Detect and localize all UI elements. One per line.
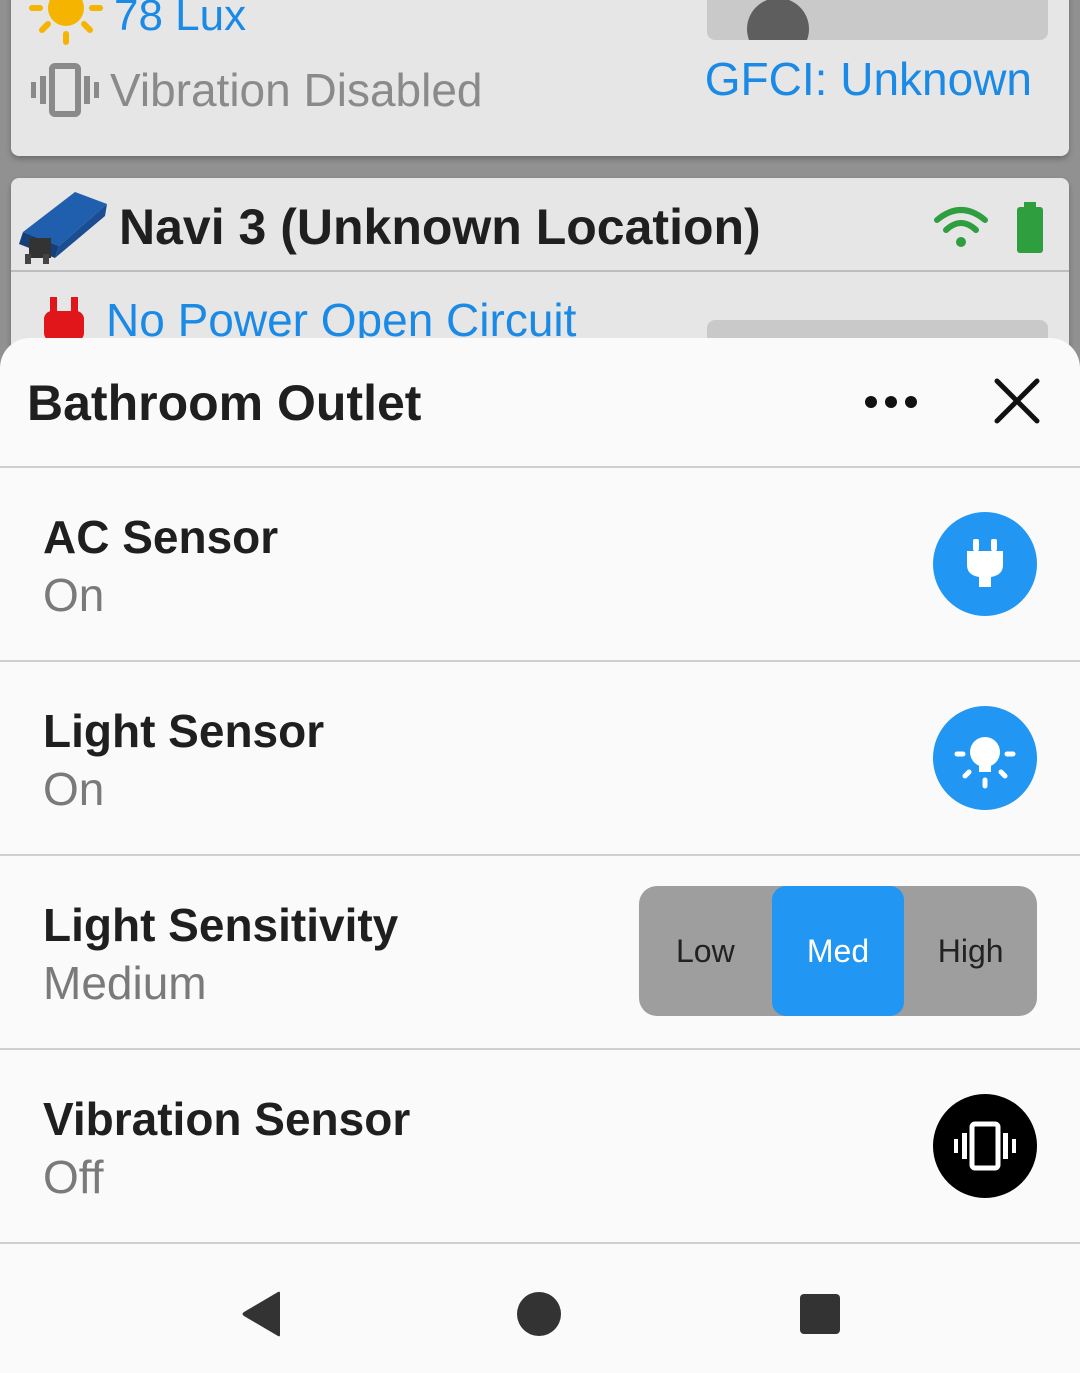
battery-icon bbox=[1017, 202, 1043, 253]
vibration-sensor-value: Off bbox=[43, 1151, 104, 1203]
bottom-sheet: Bathroom Outlet AC Sensor On Light Senso… bbox=[0, 338, 1080, 1373]
wifi-icon bbox=[934, 207, 988, 247]
sensitivity-option-high[interactable]: High bbox=[904, 886, 1037, 1016]
light-sensitivity-label: Light Sensitivity bbox=[43, 899, 399, 951]
back-triangle-icon bbox=[242, 1291, 280, 1337]
light-sensitivity-value: Medium bbox=[43, 957, 207, 1009]
recents-square-icon bbox=[800, 1294, 840, 1334]
light-sensor-value: On bbox=[43, 763, 105, 815]
vibration-icon bbox=[31, 63, 99, 117]
sheet-header: Bathroom Outlet bbox=[0, 338, 1080, 468]
sensitivity-option-med[interactable]: Med bbox=[771, 886, 905, 1016]
more-horizontal-icon bbox=[865, 396, 917, 408]
navi-device-icon bbox=[19, 192, 107, 264]
vibration-icon bbox=[954, 1121, 1016, 1171]
nav-home-button[interactable] bbox=[509, 1284, 569, 1344]
lux-reading: 78 Lux bbox=[114, 0, 247, 40]
screen: 78 Lux Vibration Disabled GFCI: Unknown … bbox=[0, 0, 1080, 1373]
sun-icon bbox=[29, 0, 103, 45]
vibration-sensor-label: Vibration Sensor bbox=[43, 1093, 411, 1145]
close-icon bbox=[994, 378, 1040, 424]
test-button[interactable] bbox=[707, 0, 1048, 40]
sheet-title: Bathroom Outlet bbox=[27, 375, 422, 431]
sensitivity-option-low[interactable]: Low bbox=[639, 886, 772, 1016]
home-circle-icon bbox=[517, 1292, 561, 1336]
light-sensor-label: Light Sensor bbox=[43, 705, 325, 757]
nav-back-button[interactable] bbox=[230, 1284, 290, 1344]
ac-sensor-value: On bbox=[43, 569, 105, 621]
vibration-status-row: Vibration Disabled bbox=[30, 60, 483, 120]
sensitivity-segmented-control: Low Med High bbox=[639, 886, 1037, 1016]
vibration-sensor-row: Vibration Sensor Off bbox=[0, 1050, 1080, 1244]
plug-icon bbox=[967, 539, 1003, 587]
device-header[interactable]: Navi 3 (Unknown Location) bbox=[11, 178, 1069, 272]
gfci-status[interactable]: GFCI: Unknown bbox=[705, 52, 1032, 106]
vibration-sensor-toggle[interactable] bbox=[933, 1094, 1037, 1198]
light-sensitivity-row: Light Sensitivity Medium Low Med High bbox=[0, 856, 1080, 1050]
ac-sensor-row: AC Sensor On bbox=[0, 468, 1080, 662]
ac-sensor-label: AC Sensor bbox=[43, 511, 279, 563]
light-sensor-row: Light Sensor On bbox=[0, 662, 1080, 856]
ac-sensor-toggle[interactable] bbox=[933, 512, 1037, 616]
more-options-button[interactable] bbox=[856, 374, 926, 430]
device-title: Navi 3 (Unknown Location) bbox=[119, 199, 761, 255]
system-nav-bar bbox=[0, 1244, 1080, 1373]
lux-row: 78 Lux bbox=[28, 0, 246, 46]
compass-icon bbox=[747, 0, 809, 40]
close-button[interactable] bbox=[984, 368, 1050, 434]
light-bulb-icon bbox=[954, 737, 1016, 789]
vibration-status-label: Vibration Disabled bbox=[110, 64, 483, 116]
nav-recents-button[interactable] bbox=[790, 1284, 850, 1344]
light-sensor-toggle[interactable] bbox=[933, 706, 1037, 810]
